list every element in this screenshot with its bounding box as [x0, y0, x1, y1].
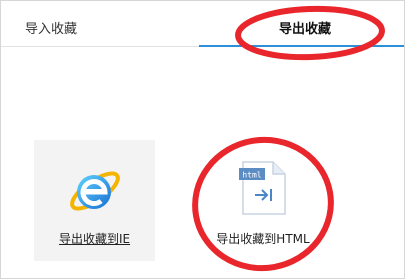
export-to-ie-option[interactable]: 导出收藏到IE — [34, 140, 155, 261]
export-dialog: 导入收藏 导出收藏 导出收藏到IE html 导出收藏到HTML — [0, 0, 405, 279]
html-file-icon: html — [237, 160, 289, 216]
html-badge-text: html — [242, 171, 261, 180]
tab-import-favorites[interactable]: 导入收藏 — [25, 0, 77, 45]
export-to-ie-label[interactable]: 导出收藏到IE — [34, 230, 155, 247]
export-to-html-label[interactable]: 导出收藏到HTML — [198, 230, 328, 247]
tab-bar: 导入收藏 导出收藏 — [1, 1, 404, 47]
tab-divider — [1, 46, 199, 47]
ie-icon — [65, 161, 125, 221]
tab-export-favorites[interactable]: 导出收藏 — [279, 0, 331, 45]
active-tab-indicator — [199, 45, 404, 47]
export-to-html-option[interactable]: html 导出收藏到HTML — [198, 140, 328, 261]
